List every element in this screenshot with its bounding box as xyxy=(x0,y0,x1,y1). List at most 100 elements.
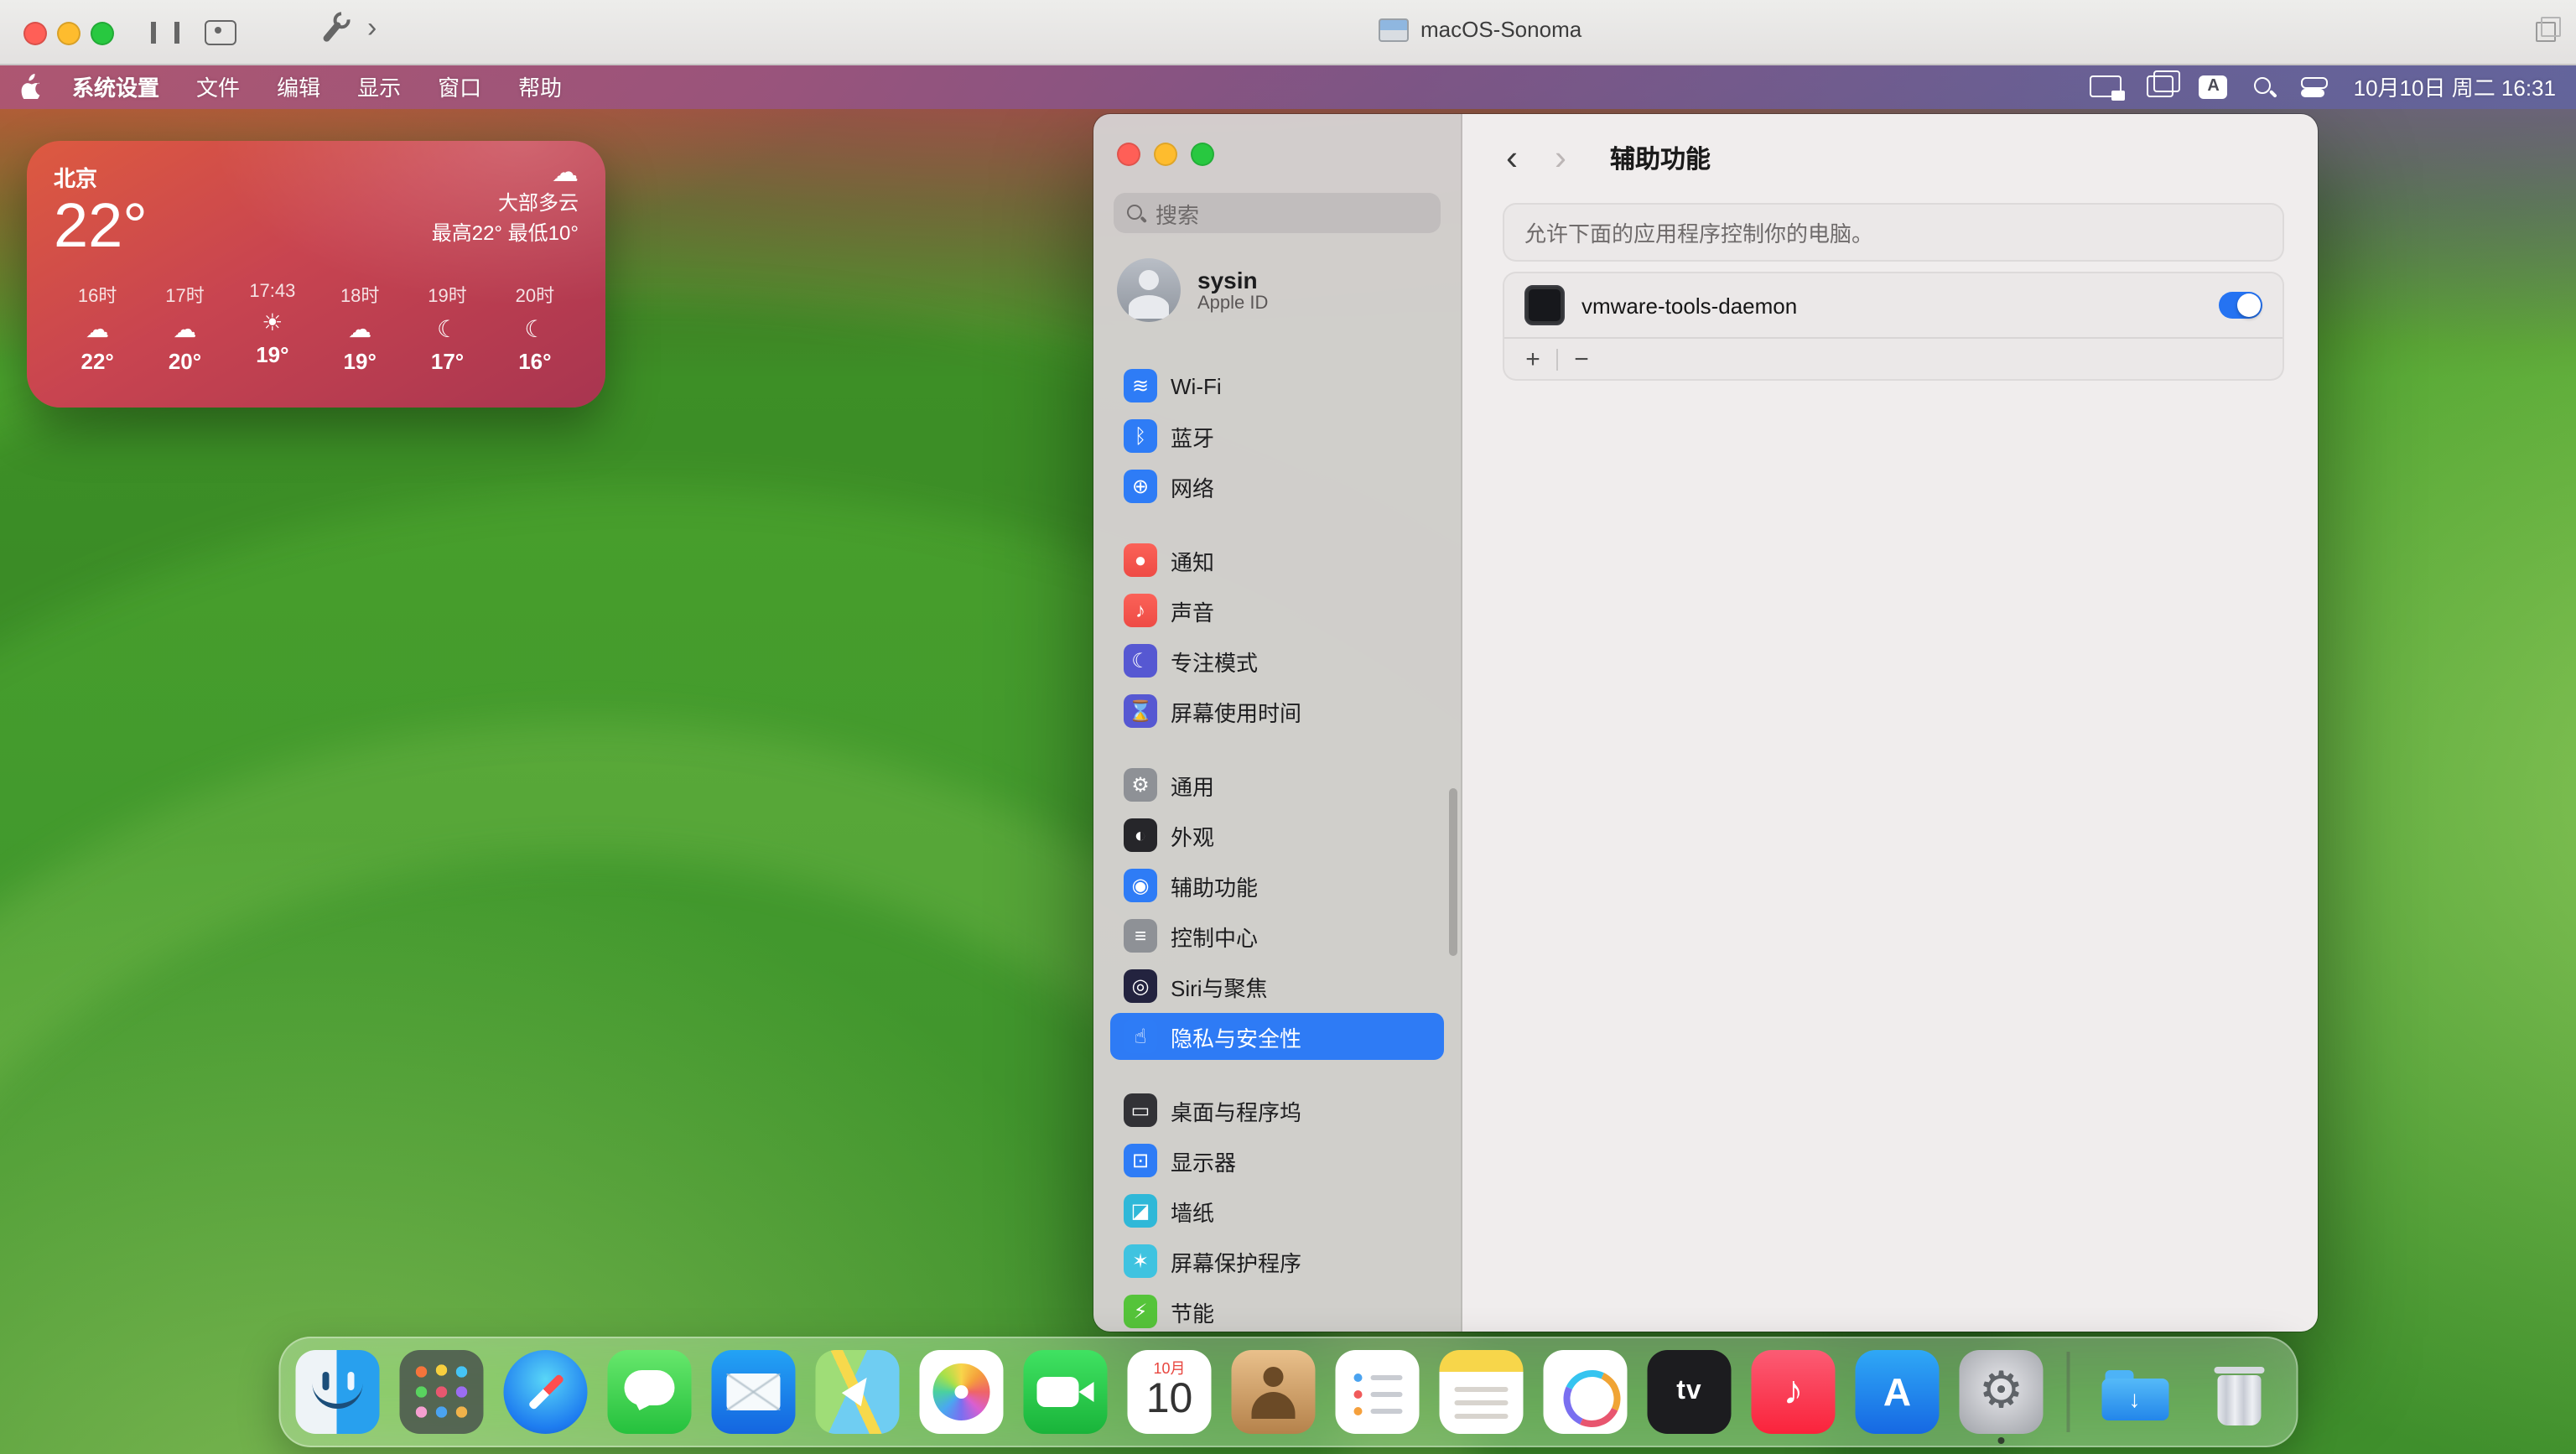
wifi-icon: ≋ xyxy=(1124,369,1157,402)
dock-finder[interactable] xyxy=(295,1350,380,1434)
spotlight-icon[interactable] xyxy=(2253,75,2277,98)
dock-music[interactable]: ♪ xyxy=(1751,1350,1836,1434)
vm-restore-icon[interactable] xyxy=(2536,17,2561,42)
weather-high-low: 最高22° 最低10° xyxy=(431,221,579,245)
app-name: vmware-tools-daemon xyxy=(1581,293,1798,318)
vm-minimize-button[interactable] xyxy=(57,22,80,45)
input-source-icon[interactable]: A xyxy=(2199,75,2228,98)
dock-system-settings[interactable]: ⚙ xyxy=(1959,1350,2044,1444)
search-input[interactable]: 搜索 xyxy=(1114,193,1441,233)
menu-bar-status: A 10月10日 周二 16:31 xyxy=(2090,70,2556,102)
apple-menu-icon[interactable] xyxy=(20,74,42,99)
app-row-vmware-tools-daemon: vmware-tools-daemon xyxy=(1504,273,2283,337)
settings-main-pane: ‹ › 辅助功能 允许下面的应用程序控制你的电脑。 vmware-tools-d… xyxy=(1462,114,2318,1332)
vm-pause-icon[interactable] xyxy=(151,22,179,44)
dock-maps[interactable] xyxy=(815,1350,900,1434)
app-toggle[interactable] xyxy=(2219,292,2262,319)
privacy-hand-icon: ☝ xyxy=(1124,1020,1157,1053)
vm-tools-icon[interactable] xyxy=(321,20,343,44)
sidebar-item-privacy-security[interactable]: ☝ 隐私与安全性 xyxy=(1110,1013,1444,1060)
menu-app-name[interactable]: 系统设置 xyxy=(72,70,159,102)
moon-icon: ☾ xyxy=(436,314,459,342)
menu-file[interactable]: 文件 xyxy=(196,70,240,102)
sidebar-item-siri-spotlight[interactable]: ◎ Siri与聚焦 xyxy=(1110,963,1444,1010)
dock: 10月 10 tv ♪ A ⚙ ↓ xyxy=(278,1337,2298,1447)
dock-contacts[interactable] xyxy=(1231,1350,1316,1434)
wallpaper-icon: ◪ xyxy=(1124,1194,1157,1228)
weather-hour: 18时 ☁ 19° xyxy=(316,281,403,373)
displays-icon: ⊡ xyxy=(1124,1144,1157,1177)
search-icon xyxy=(1125,202,1147,224)
zoom-button[interactable] xyxy=(1191,143,1214,166)
sidebar-item-focus[interactable]: ☾ 专注模式 xyxy=(1110,637,1444,684)
sidebar-item-appearance[interactable]: ◐ 外观 xyxy=(1110,812,1444,859)
apple-id-profile[interactable]: sysin Apple ID xyxy=(1117,258,1268,322)
control-center-icon[interactable] xyxy=(2301,76,2329,96)
sidebar-item-energy[interactable]: ⚡ 节能 xyxy=(1110,1288,1444,1332)
dock-freeform[interactable] xyxy=(1543,1350,1628,1434)
dock-notes[interactable] xyxy=(1439,1350,1524,1434)
dock-photos[interactable] xyxy=(919,1350,1004,1434)
running-indicator xyxy=(1997,1437,2005,1444)
screen-mirroring-icon[interactable] xyxy=(2090,75,2126,101)
sidebar-item-accessibility[interactable]: ◉ 辅助功能 xyxy=(1110,862,1444,909)
accessibility-icon: ◉ xyxy=(1124,869,1157,902)
sidebar-item-screen-saver[interactable]: ✶ 屏幕保护程序 xyxy=(1110,1238,1444,1285)
page-title: 辅助功能 xyxy=(1610,145,1711,174)
sidebar-item-control-center[interactable]: ≡ 控制中心 xyxy=(1110,912,1444,959)
sidebar-item-displays[interactable]: ⊡ 显示器 xyxy=(1110,1137,1444,1184)
siri-orb-icon: ◎ xyxy=(1124,969,1157,1003)
close-button[interactable] xyxy=(1117,143,1140,166)
add-app-button[interactable]: + xyxy=(1514,346,1551,371)
sidebar-item-network[interactable]: ⊕ 网络 xyxy=(1110,463,1444,510)
dock-safari[interactable] xyxy=(503,1350,588,1434)
sidebar-item-sound[interactable]: ♪ 声音 xyxy=(1110,587,1444,634)
sidebar-item-notifications[interactable]: ● 通知 xyxy=(1110,537,1444,584)
menu-help[interactable]: 帮助 xyxy=(518,70,562,102)
weather-hour: 17:43 ☀ 19° xyxy=(229,281,316,373)
dock-trash[interactable] xyxy=(2197,1350,2281,1434)
dock-reminders[interactable] xyxy=(1335,1350,1420,1434)
weather-widget[interactable]: 北京 22° ☁ 大部多云 最高22° 最低10° 16时 ☁ 22° 17时 ☁ 20… xyxy=(27,141,605,408)
vm-close-button[interactable] xyxy=(23,22,47,45)
remove-app-button[interactable]: − xyxy=(1563,346,1600,371)
back-button[interactable]: ‹ xyxy=(1506,140,1518,175)
dock-facetime[interactable] xyxy=(1023,1350,1108,1434)
vm-snapshot-icon[interactable] xyxy=(205,20,236,45)
vm-zoom-button[interactable] xyxy=(91,22,114,45)
desktop-dock-icon: ▭ xyxy=(1124,1093,1157,1127)
settings-header: ‹ › 辅助功能 xyxy=(1462,114,2318,201)
moon-icon: ☾ xyxy=(524,314,546,342)
app-icon xyxy=(1524,285,1565,325)
control-center-toggles-icon: ≡ xyxy=(1124,919,1157,953)
menu-bar-clock[interactable]: 10月10日 周二 16:31 xyxy=(2354,70,2556,102)
dock-calendar[interactable]: 10月 10 xyxy=(1127,1350,1212,1434)
gear-icon: ⚙ xyxy=(1978,1363,2024,1419)
accessibility-description: 允许下面的应用程序控制你的电脑。 xyxy=(1503,203,2284,262)
stage-manager-icon[interactable] xyxy=(2147,70,2181,97)
dock-app-store[interactable]: A xyxy=(1855,1350,1940,1434)
dock-mail[interactable] xyxy=(711,1350,796,1434)
sidebar-item-wallpaper[interactable]: ◪ 墙纸 xyxy=(1110,1187,1444,1234)
forward-button: › xyxy=(1555,138,1566,177)
vm-window-title: macOS-Sonoma xyxy=(1420,17,1582,42)
dock-launchpad[interactable] xyxy=(399,1350,484,1434)
screen-saver-icon: ✶ xyxy=(1124,1244,1157,1278)
sidebar-item-general[interactable]: ⚙ 通用 xyxy=(1110,761,1444,808)
dock-apple-tv[interactable]: tv xyxy=(1647,1350,1732,1434)
menu-bar: 系统设置 文件 编辑 显示 窗口 帮助 A 10月10日 周二 16:31 xyxy=(0,64,2576,109)
avatar xyxy=(1117,258,1181,322)
menu-view[interactable]: 显示 xyxy=(357,70,401,102)
dock-downloads-folder[interactable]: ↓ xyxy=(2093,1350,2177,1434)
vm-expand-icon[interactable]: › xyxy=(367,12,377,45)
energy-icon: ⚡ xyxy=(1124,1295,1157,1328)
minimize-button[interactable] xyxy=(1154,143,1177,166)
dock-messages[interactable] xyxy=(607,1350,692,1434)
sidebar-item-wifi[interactable]: ≋ Wi-Fi xyxy=(1110,362,1444,409)
sidebar-scrollbar[interactable] xyxy=(1449,788,1457,956)
menu-edit[interactable]: 编辑 xyxy=(277,70,320,102)
sidebar-item-desktop-dock[interactable]: ▭ 桌面与程序坞 xyxy=(1110,1087,1444,1134)
sidebar-item-bluetooth[interactable]: ᛒ 蓝牙 xyxy=(1110,413,1444,460)
sidebar-item-screen-time[interactable]: ⌛ 屏幕使用时间 xyxy=(1110,688,1444,735)
menu-window[interactable]: 窗口 xyxy=(438,70,481,102)
